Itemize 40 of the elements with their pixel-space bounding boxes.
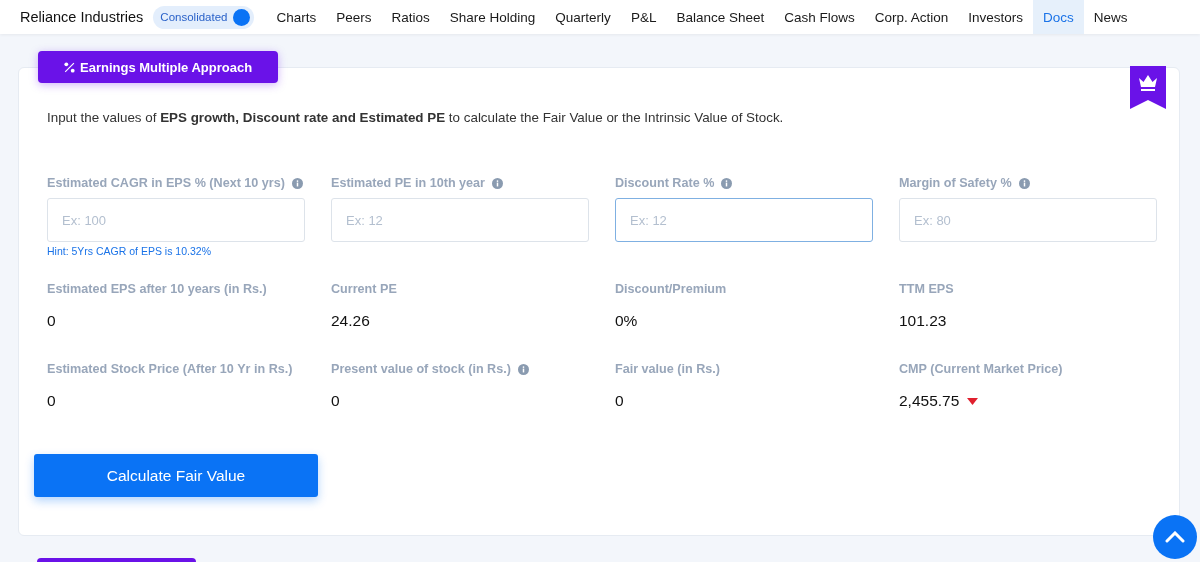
result-label: Discount/Premium: [615, 282, 727, 296]
field-label: Estimated CAGR in EPS % (Next 10 yrs): [47, 176, 285, 190]
hint-text: Hint: 5Yrs CAGR of EPS is 10.32%: [47, 245, 212, 257]
nav-tab[interactable]: Peers: [326, 0, 382, 34]
section-title-text: Earnings Multiple Approach: [80, 59, 253, 75]
result-label: Estimated Stock Price (After 10 Yr in Rs.): [47, 362, 293, 376]
result-label: Current PE: [331, 282, 397, 296]
result-label: TTM EPS: [899, 282, 954, 296]
field-label: Estimated PE in 10th year: [331, 176, 485, 190]
nav-tab[interactable]: Cash Flows: [774, 0, 865, 34]
consolidated-toggle[interactable]: Consolidated: [153, 5, 255, 29]
company-name: Reliance Industries: [20, 9, 144, 25]
input-field[interactable]: Ex: 12: [615, 198, 873, 242]
nav-tab[interactable]: Docs: [1033, 0, 1084, 34]
nav-tab[interactable]: Balance Sheet: [666, 0, 775, 34]
field-label: Discount Rate %: [615, 176, 715, 190]
nav-tab[interactable]: Charts: [266, 0, 327, 34]
nav-tab[interactable]: Quarterly: [545, 0, 621, 34]
calculate-button[interactable]: Calculate Fair Value: [34, 454, 318, 497]
result-label: Fair value (in Rs.): [615, 362, 720, 376]
result-value: 24.26: [331, 312, 370, 330]
result-value: 101.23: [899, 312, 947, 330]
nav-tab[interactable]: Ratios: [381, 0, 440, 34]
field-label: Margin of Safety %: [899, 176, 1012, 190]
nav-tab[interactable]: Investors: [958, 0, 1034, 34]
result-value: 0%: [615, 312, 638, 330]
nav-tab[interactable]: News: [1083, 0, 1138, 34]
nav-tab[interactable]: Corp. Action: [864, 0, 959, 34]
result-label: CMP (Current Market Price): [899, 362, 1063, 376]
intro-text: Input the values of EPS growth, Discount rate and Estimated PE to calculate the Fair Value or the Intrinsic Value of Stock.: [47, 110, 785, 125]
nav-tab[interactable]: P&L: [620, 0, 667, 34]
result-value: 0: [47, 312, 56, 330]
result-label: Estimated EPS after 10 years (in Rs.): [47, 282, 267, 296]
result-label: Present value of stock (in Rs.): [331, 362, 511, 376]
result-value: 0: [47, 392, 56, 410]
section-title[interactable]: Earnings Multiple Approach: [38, 51, 279, 83]
nav-tab[interactable]: Share Holding: [439, 0, 546, 34]
result-value: 2,455.75: [899, 392, 960, 410]
result-value: 0: [331, 392, 340, 410]
result-value: 0: [615, 392, 624, 410]
